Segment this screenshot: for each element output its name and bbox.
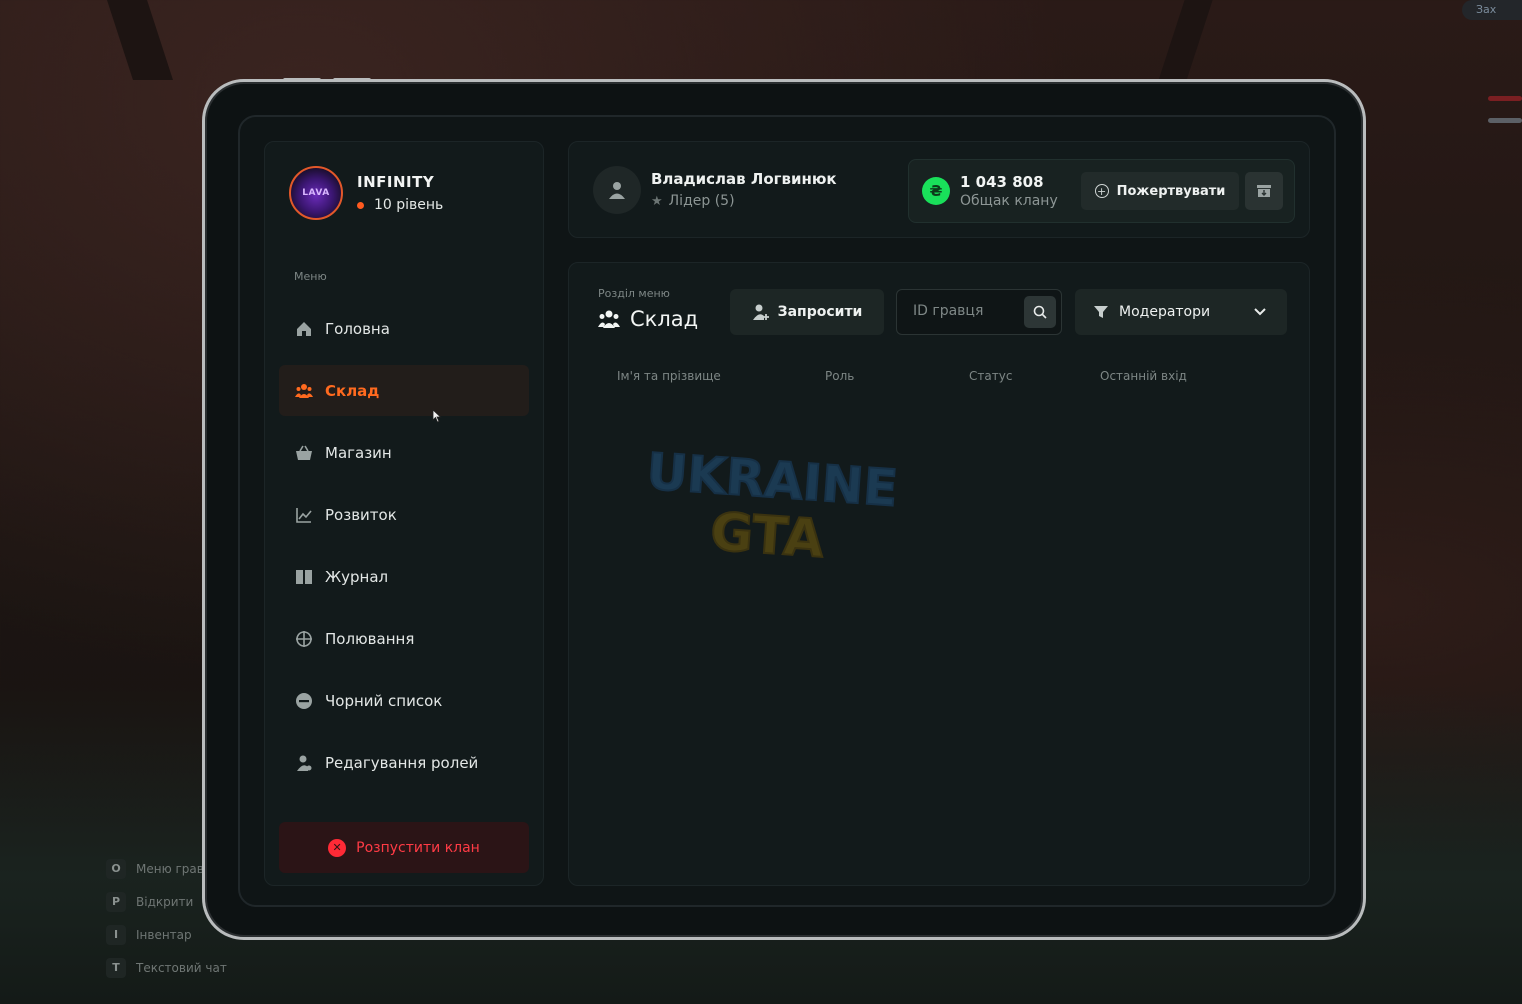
- search-icon: [1033, 305, 1047, 319]
- crosshair-icon: [295, 630, 313, 648]
- hud-hint: T Текстовий чат: [106, 951, 227, 984]
- sidebar-item-label: Розвиток: [325, 505, 397, 524]
- user-icon: [609, 182, 625, 199]
- archive-icon: [1257, 185, 1271, 197]
- invite-button[interactable]: Запросити: [730, 289, 884, 335]
- chart-icon: [295, 506, 313, 524]
- plus-circle-icon: +: [1094, 184, 1109, 198]
- clan-level-text: 10 рівень: [374, 197, 444, 213]
- section-caption: Розділ меню: [598, 287, 670, 300]
- hryvnia-icon: ₴: [922, 177, 950, 205]
- sidebar-item-storage[interactable]: Склад: [279, 365, 529, 416]
- sidebar-item-journal[interactable]: Журнал: [279, 551, 529, 602]
- minus-circle-icon: [295, 692, 313, 710]
- column-header-status: Статус: [969, 369, 1013, 383]
- book-icon: [295, 568, 313, 586]
- clan-name: INFINITY: [357, 173, 435, 191]
- mouse-cursor-icon: [432, 409, 442, 423]
- level-dot-icon: [357, 201, 364, 209]
- role-filter-select[interactable]: Модератори: [1075, 289, 1287, 335]
- background-beam: [1155, 0, 1213, 90]
- avatar: [593, 166, 641, 214]
- clan-logo: LAVA: [289, 166, 343, 220]
- tablet-side-button: [333, 78, 371, 82]
- tablet-frame: LAVA INFINITY 10 рівень Меню Головна Скл…: [202, 78, 1366, 940]
- wallet-label: Общак клану: [960, 193, 1058, 209]
- clan-logo-text: LAVA: [302, 188, 330, 198]
- users-icon: [598, 310, 620, 328]
- clan-wallet: ₴ 1 043 808 Общак клану + Пожертвувати: [908, 159, 1295, 223]
- clan-level: 10 рівень: [357, 197, 443, 213]
- user-gear-icon: [295, 754, 313, 772]
- sidebar-item-development[interactable]: Розвиток: [279, 489, 529, 540]
- sidebar-item-label: Полювання: [325, 629, 415, 648]
- add-user-icon: [752, 304, 769, 320]
- hud-hint-text: Текстовий чат: [136, 960, 227, 975]
- basket-icon: [295, 444, 313, 462]
- wallet-amount: 1 043 808: [960, 173, 1044, 191]
- menu-caption: Меню: [294, 270, 327, 283]
- donate-label: Пожертвувати: [1116, 183, 1226, 199]
- close-icon: ✕: [328, 838, 347, 857]
- user-role: ★ Лідер (5): [651, 193, 735, 209]
- sidebar-item-hunting[interactable]: Полювання: [279, 613, 529, 664]
- sidebar-item-label: Склад: [325, 381, 380, 400]
- column-header-role: Роль: [825, 369, 855, 383]
- hud-key: P: [106, 891, 126, 912]
- sidebar-item-label: Головна: [325, 319, 390, 338]
- archive-button[interactable]: [1245, 172, 1283, 210]
- sidebar-item-label: Магазин: [325, 443, 392, 462]
- search-button[interactable]: [1024, 296, 1056, 328]
- hud-key: T: [106, 957, 126, 978]
- sidebar-item-label: Редагування ролей: [325, 753, 479, 772]
- star-icon: ★: [651, 193, 663, 209]
- user-card: Владислав Логвинюк ★ Лідер (5) ₴ 1 043 8…: [568, 141, 1310, 238]
- sidebar-item-blacklist[interactable]: Чорний список: [279, 675, 529, 726]
- tablet-side-button: [283, 78, 321, 82]
- column-header-name: Ім'я та прізвище: [617, 369, 721, 383]
- hud-hint-text: Інвентар: [136, 927, 192, 942]
- hud-hint: I Інвентар: [106, 918, 227, 951]
- user-role-text: Лідер (5): [668, 193, 735, 209]
- health-bar: [1488, 96, 1522, 101]
- disband-clan-button[interactable]: ✕ Розпустити клан: [279, 822, 529, 873]
- disband-clan-label: Розпустити клан: [356, 839, 480, 856]
- svg-text:GTA: GTA: [709, 502, 826, 565]
- invite-label: Запросити: [777, 304, 863, 320]
- clan-info: INFINITY 10 рівень: [357, 173, 443, 213]
- clan-header: LAVA INFINITY 10 рівень: [289, 166, 443, 220]
- hud-key: I: [106, 924, 126, 945]
- page-title: Склад: [598, 307, 698, 331]
- page-title-text: Склад: [630, 307, 699, 331]
- sidebar-item-label: Чорний список: [325, 691, 443, 710]
- user-name: Владислав Логвинюк: [651, 170, 837, 188]
- members-panel: Розділ меню Склад Запросити Модератори: [568, 262, 1310, 886]
- hud-hint-text: Відкрити: [136, 894, 194, 909]
- donate-button[interactable]: + Пожертвувати: [1081, 172, 1239, 210]
- filter-icon: [1094, 306, 1108, 318]
- tablet-screen: LAVA INFINITY 10 рівень Меню Головна Скл…: [238, 115, 1336, 907]
- sidebar-item-edit-roles[interactable]: Редагування ролей: [279, 737, 529, 788]
- background-beam: [107, 0, 173, 80]
- sidebar-item-home[interactable]: Головна: [279, 303, 529, 354]
- sidebar-item-label: Журнал: [325, 567, 389, 586]
- search-input[interactable]: [911, 302, 1015, 320]
- column-header-last-login: Останній вхід: [1100, 369, 1187, 383]
- hud-key: O: [106, 858, 126, 879]
- chevron-down-icon: [1254, 308, 1266, 316]
- sidebar: LAVA INFINITY 10 рівень Меню Головна Скл…: [264, 141, 544, 886]
- corner-status-pill: Зах: [1462, 0, 1522, 20]
- player-id-search: [896, 289, 1062, 335]
- users-icon: [295, 382, 313, 400]
- sidebar-item-shop[interactable]: Магазин: [279, 427, 529, 478]
- filter-selected-label: Модератори: [1119, 304, 1211, 320]
- home-icon: [295, 320, 313, 338]
- server-logo-watermark: UKRAINE GTA: [644, 445, 901, 565]
- armor-bar: [1488, 118, 1522, 123]
